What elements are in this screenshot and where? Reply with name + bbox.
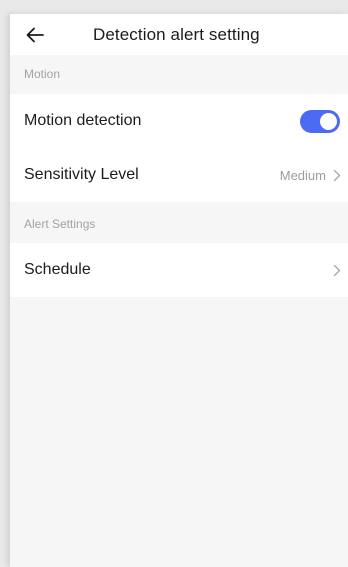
header-bar: Detection alert setting bbox=[10, 14, 348, 55]
motion-detection-row: Motion detection bbox=[10, 94, 348, 148]
section-header-motion: Motion bbox=[24, 67, 61, 81]
back-button[interactable] bbox=[24, 24, 46, 46]
toggle-knob bbox=[320, 113, 337, 130]
sensitivity-level-label: Sensitivity Level bbox=[24, 166, 139, 183]
motion-detection-toggle[interactable] bbox=[300, 110, 340, 133]
chevron-right-icon bbox=[333, 264, 341, 277]
sensitivity-level-row[interactable]: Sensitivity Level Medium bbox=[10, 148, 348, 202]
section-header-alert-settings: Alert Settings bbox=[24, 217, 96, 231]
arrow-left-icon bbox=[24, 24, 46, 46]
sensitivity-level-value: Medium bbox=[279, 168, 326, 183]
motion-settings-group: Motion detection Sensitivity Level Mediu… bbox=[10, 94, 348, 202]
chevron-right-icon bbox=[333, 169, 341, 182]
schedule-label: Schedule bbox=[24, 261, 91, 278]
app-screen: Detection alert setting Motion Motion de… bbox=[10, 14, 348, 567]
schedule-row[interactable]: Schedule bbox=[10, 243, 348, 297]
page-title: Detection alert setting bbox=[93, 25, 260, 44]
alert-settings-group: Schedule bbox=[10, 243, 348, 297]
motion-detection-label: Motion detection bbox=[24, 112, 142, 129]
